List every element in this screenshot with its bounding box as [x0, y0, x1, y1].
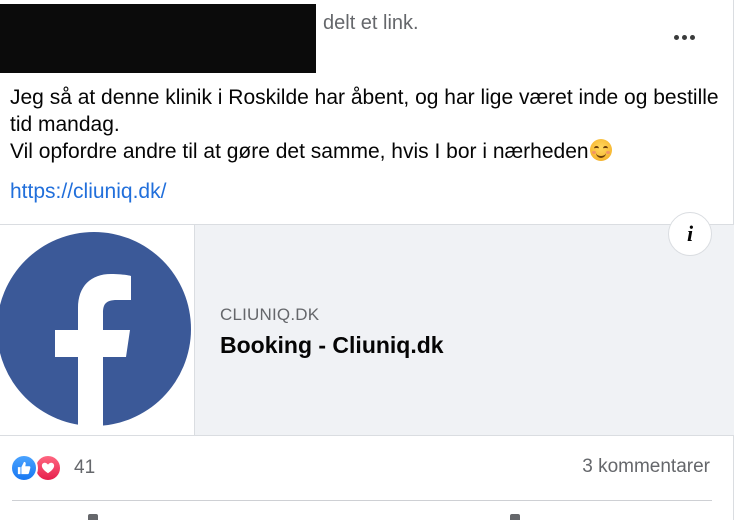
redacted-author-block	[0, 4, 316, 73]
message-line-1: Jeg så at denne klinik i Roskilde har åb…	[10, 86, 719, 136]
more-options-button[interactable]	[666, 22, 702, 52]
comments-count[interactable]: 3 kommentarer	[582, 456, 710, 478]
link-preview-card[interactable]: CLIUNIQ.DK Booking - Cliuniq.dk	[0, 224, 734, 436]
post-message: Jeg så at denne klinik i Roskilde har åb…	[10, 84, 730, 165]
link-domain: CLIUNIQ.DK	[220, 305, 320, 324]
facebook-logo-icon	[0, 232, 191, 429]
heart-icon	[41, 462, 55, 474]
smiling-face-icon	[589, 139, 612, 161]
reaction-count[interactable]: 41	[74, 457, 95, 479]
facebook-post: delt et link. Jeg så at denne klinik i R…	[0, 0, 746, 520]
post-link[interactable]: https://cliuniq.dk/	[10, 180, 166, 204]
more-dot	[681, 34, 687, 40]
link-thumbnail	[0, 225, 195, 435]
share-action-icon[interactable]	[510, 514, 520, 520]
link-title: Booking - Cliuniq.dk	[220, 332, 444, 358]
more-dot	[689, 34, 695, 40]
action-divider	[12, 500, 712, 501]
thumbs-up-icon	[17, 461, 31, 475]
love-reaction-icon	[34, 454, 62, 482]
more-horizontal-icon	[673, 34, 679, 40]
like-reaction-icon	[10, 454, 38, 482]
message-line-2: Vil opfordre andre til at gøre det samme…	[10, 140, 589, 163]
reactions-summary[interactable]: 41	[10, 452, 95, 484]
post-action-text: delt et link.	[323, 12, 419, 34]
message-line-2-wrap: Vil opfordre andre til at gøre det samme…	[10, 138, 730, 165]
info-icon[interactable]: i	[668, 212, 712, 256]
like-action-icon[interactable]	[88, 514, 98, 520]
